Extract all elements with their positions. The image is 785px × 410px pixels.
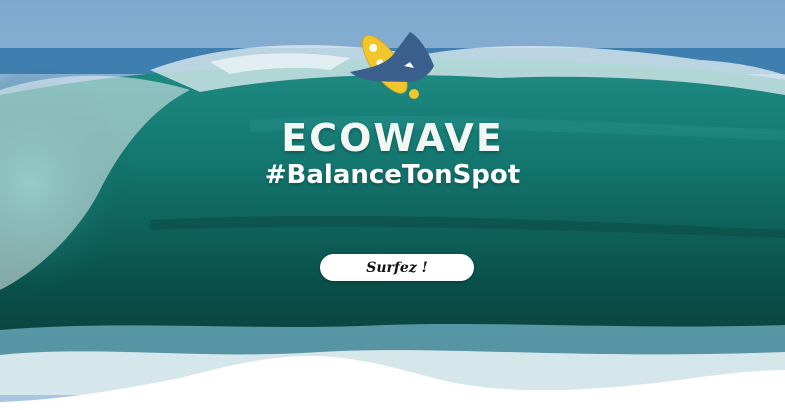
ecowave-logo-icon [350, 32, 434, 99]
hero-section: ECOWAVE #BalanceTonSpot Surfez ! [0, 0, 785, 410]
brand-tagline: #BalanceTonSpot [264, 160, 521, 190]
surf-cta-button[interactable]: Surfez ! [320, 254, 474, 281]
brand-name: ECOWAVE [281, 116, 504, 160]
bottom-wave-divider [0, 356, 785, 410]
